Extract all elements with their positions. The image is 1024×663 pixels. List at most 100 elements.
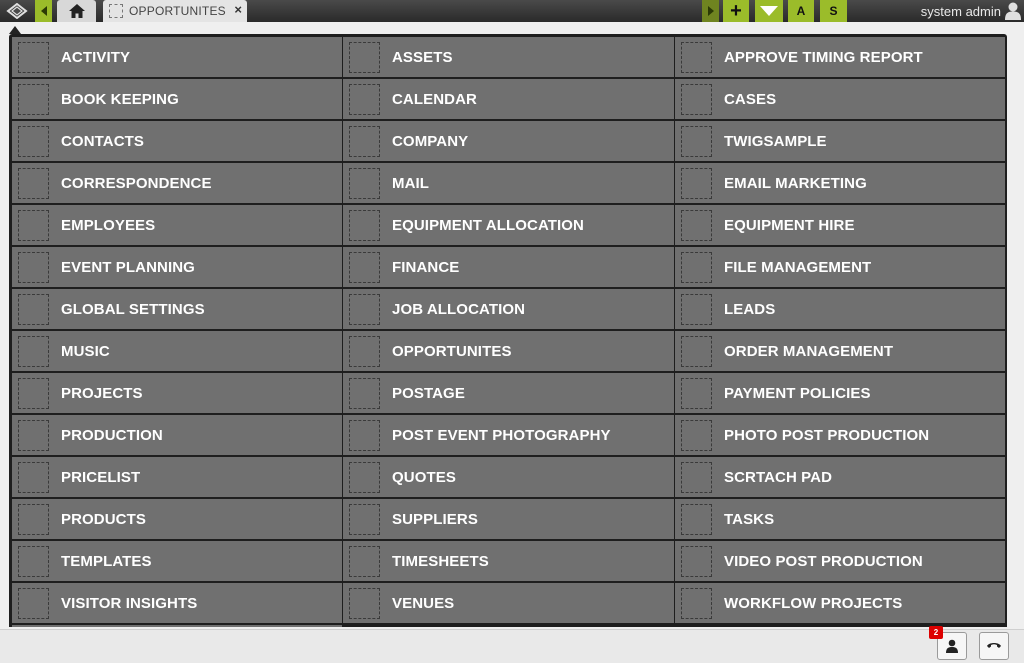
home-button[interactable]	[57, 0, 96, 22]
module-tile[interactable]: POST EVENT PHOTOGRAPHY	[343, 415, 674, 455]
module-icon-placeholder	[681, 419, 712, 451]
home-icon	[68, 4, 85, 18]
module-tile[interactable]: ASSETS	[343, 37, 674, 77]
module-label: SUPPLIERS	[392, 510, 478, 528]
module-tile[interactable]: OPPORTUNITES	[343, 331, 674, 371]
module-tile[interactable]: LEADS	[675, 289, 1005, 329]
module-label: BOOK KEEPING	[61, 90, 179, 108]
module-label: PROJECTS	[61, 384, 143, 402]
diamond-logo-icon[interactable]	[0, 0, 33, 22]
module-label: CORRESPONDENCE	[61, 174, 212, 192]
module-tile[interactable]: QUOTES	[343, 457, 674, 497]
module-label: POSTAGE	[392, 384, 465, 402]
module-tile[interactable]: PROJECTS	[12, 373, 342, 413]
tab-icon-placeholder	[109, 4, 123, 18]
module-icon-placeholder	[681, 461, 712, 493]
tab-opportunites[interactable]: OPPORTUNITES ×	[103, 0, 247, 22]
module-label: OPPORTUNITES	[392, 342, 512, 360]
module-tile[interactable]: EVENT PLANNING	[12, 247, 342, 287]
module-tile[interactable]: GLOBAL SETTINGS	[12, 289, 342, 329]
notification-badge: 2	[929, 626, 943, 639]
module-tile[interactable]: MUSIC	[12, 331, 342, 371]
phone-icon	[987, 643, 1001, 648]
module-label: EMAIL MARKETING	[724, 174, 867, 192]
user-name: system admin	[920, 3, 1001, 19]
module-tile[interactable]: CASES	[675, 79, 1005, 119]
module-tile[interactable]: CORRESPONDENCE	[12, 163, 342, 203]
module-tile[interactable]: TEMPLATES	[12, 541, 342, 581]
module-icon-placeholder	[681, 503, 712, 535]
module-icon-placeholder	[681, 377, 712, 409]
module-icon-placeholder	[18, 419, 49, 451]
module-icon-placeholder	[349, 545, 380, 577]
module-tile[interactable]: FINANCE	[343, 247, 674, 287]
module-icon-placeholder	[18, 293, 49, 325]
module-tile[interactable]: PAYMENT POLICIES	[675, 373, 1005, 413]
module-icon-placeholder	[681, 251, 712, 283]
module-icon-placeholder	[18, 209, 49, 241]
tab-label: OPPORTUNITES	[129, 4, 226, 18]
user-menu[interactable]: system admin	[921, 0, 1021, 22]
module-tile[interactable]: COMPANY	[343, 121, 674, 161]
module-icon-placeholder	[18, 251, 49, 283]
a-button[interactable]: A	[788, 0, 814, 22]
module-tile[interactable]: VISITOR INSIGHTS	[12, 583, 342, 623]
module-icon-placeholder	[349, 419, 380, 451]
module-tile[interactable]: JOB ALLOCATION	[343, 289, 674, 329]
module-tile[interactable]: SUPPLIERS	[343, 499, 674, 539]
module-tile[interactable]: APPROVE TIMING REPORT	[675, 37, 1005, 77]
module-tile[interactable]: SCRTACH PAD	[675, 457, 1005, 497]
module-icon-placeholder	[349, 461, 380, 493]
add-button[interactable]: +	[723, 0, 749, 22]
module-label: ACTIVITY	[61, 48, 131, 66]
module-icon-placeholder	[349, 83, 380, 115]
tab-close-button[interactable]: ×	[234, 2, 242, 17]
module-icon-placeholder	[349, 503, 380, 535]
module-tile[interactable]: WORKFLOW PROJECTS	[675, 583, 1005, 623]
module-icon-placeholder	[18, 587, 49, 619]
module-label: EMPLOYEES	[61, 216, 156, 234]
module-label: CASES	[724, 90, 777, 108]
module-tile[interactable]: CALENDAR	[343, 79, 674, 119]
module-tile[interactable]: TWIGSAMPLE	[675, 121, 1005, 161]
forward-arrow-icon[interactable]	[702, 0, 719, 22]
module-tile[interactable]: TIMESHEETS	[343, 541, 674, 581]
module-icon-placeholder	[681, 335, 712, 367]
module-label: GLOBAL SETTINGS	[61, 300, 205, 318]
s-button[interactable]: S	[820, 0, 847, 22]
module-label: ASSETS	[392, 48, 453, 66]
module-icon-placeholder	[681, 293, 712, 325]
module-tile[interactable]: EMAIL MARKETING	[675, 163, 1005, 203]
module-tile[interactable]: BOOK KEEPING	[12, 79, 342, 119]
user-icon	[1005, 2, 1021, 20]
module-icon-placeholder	[18, 83, 49, 115]
module-tile[interactable]: PRODUCTS	[12, 499, 342, 539]
module-tile[interactable]: PHOTO POST PRODUCTION	[675, 415, 1005, 455]
module-tile[interactable]: ACTIVITY	[12, 37, 342, 77]
module-tile[interactable]: POSTAGE	[343, 373, 674, 413]
module-icon-placeholder	[18, 335, 49, 367]
module-icon-placeholder	[349, 335, 380, 367]
module-label: PHOTO POST PRODUCTION	[724, 426, 930, 444]
module-tile[interactable]: VENUES	[343, 583, 674, 623]
module-tile[interactable]: PRICELIST	[12, 457, 342, 497]
back-arrow-icon[interactable]	[35, 0, 52, 22]
module-tile[interactable]: ORDER MANAGEMENT	[675, 331, 1005, 371]
module-icon-placeholder	[681, 209, 712, 241]
module-tile[interactable]: MAIL	[343, 163, 674, 203]
module-icon-placeholder	[681, 545, 712, 577]
bottom-bar	[0, 629, 1024, 663]
module-tile[interactable]: PRODUCTION	[12, 415, 342, 455]
module-tile[interactable]: EQUIPMENT HIRE	[675, 205, 1005, 245]
module-label: CALENDAR	[392, 90, 477, 108]
phone-button[interactable]	[979, 632, 1009, 660]
module-tile[interactable]: FILE MANAGEMENT	[675, 247, 1005, 287]
module-tile[interactable]: TASKS	[675, 499, 1005, 539]
dropdown-arrow-icon[interactable]	[755, 0, 783, 22]
module-tile[interactable]: VIDEO POST PRODUCTION	[675, 541, 1005, 581]
module-icon-placeholder	[18, 125, 49, 157]
module-tile[interactable]: EMPLOYEES	[12, 205, 342, 245]
module-icon-placeholder	[349, 251, 380, 283]
module-tile[interactable]: EQUIPMENT ALLOCATION	[343, 205, 674, 245]
module-tile[interactable]: CONTACTS	[12, 121, 342, 161]
